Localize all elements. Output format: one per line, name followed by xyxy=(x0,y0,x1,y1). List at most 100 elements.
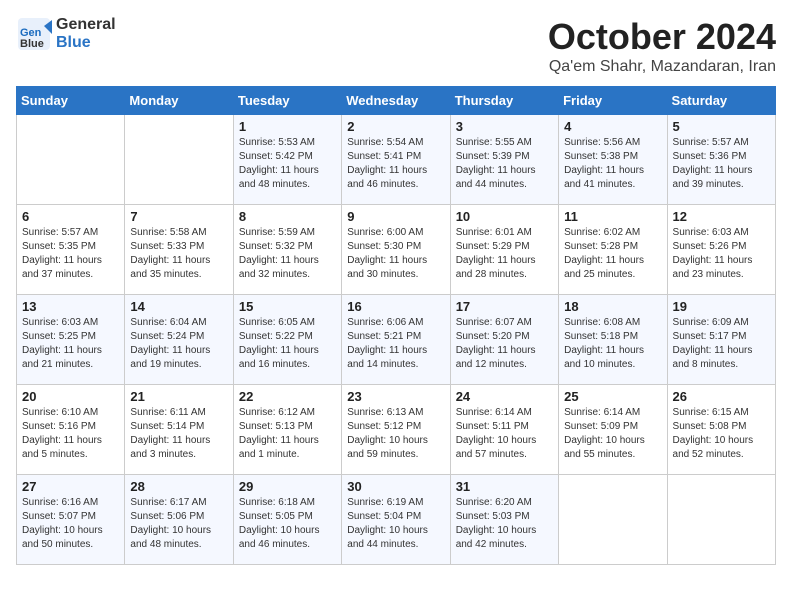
logo-icon: Gen Blue xyxy=(16,16,52,52)
calendar-cell: 12 Sunrise: 6:03 AM Sunset: 5:26 PM Dayli… xyxy=(667,205,775,295)
logo-general: General xyxy=(56,16,116,33)
day-info: Sunrise: 6:13 AM Sunset: 5:12 PM Dayligh… xyxy=(347,406,444,462)
calendar-cell: 17Sunrise: 6:07 AM Sunset: 5:20 PM Dayli… xyxy=(450,295,558,385)
calendar-cell: 10 Sunrise: 6:01 AM Sunset: 5:29 PM Dayli… xyxy=(450,205,558,295)
day-info: Sunrise: 6:12 AM Sunset: 5:13 PM Dayligh… xyxy=(239,406,336,462)
day-number: 14 xyxy=(130,299,227,314)
calendar-cell: 20Sunrise: 6:10 AM Sunset: 5:16 PM Dayli… xyxy=(17,385,125,475)
day-number: 18 xyxy=(564,299,661,314)
weekday-header: Friday xyxy=(559,87,667,115)
calendar-cell: 2 Sunrise: 5:54 AM Sunset: 5:41 PM Daylig… xyxy=(342,115,450,205)
calendar-cell: 24Sunrise: 6:14 AM Sunset: 5:11 PM Dayli… xyxy=(450,385,558,475)
calendar-table: SundayMondayTuesdayWednesdayThursdayFrid… xyxy=(16,86,776,565)
calendar-cell xyxy=(559,475,667,565)
day-number: 11 xyxy=(564,209,661,224)
day-info: Sunrise: 5:56 AM Sunset: 5:38 PM Dayligh… xyxy=(564,136,661,192)
day-info: Sunrise: 6:01 AM Sunset: 5:29 PM Dayligh… xyxy=(456,226,553,282)
day-info: Sunrise: 5:53 AM Sunset: 5:42 PM Dayligh… xyxy=(239,136,336,192)
day-info: Sunrise: 6:05 AM Sunset: 5:22 PM Dayligh… xyxy=(239,316,336,372)
calendar-cell: 15Sunrise: 6:05 AM Sunset: 5:22 PM Dayli… xyxy=(233,295,341,385)
day-number: 4 xyxy=(564,119,661,134)
day-number: 24 xyxy=(456,389,553,404)
day-info: Sunrise: 6:04 AM Sunset: 5:24 PM Dayligh… xyxy=(130,316,227,372)
day-info: Sunrise: 5:55 AM Sunset: 5:39 PM Dayligh… xyxy=(456,136,553,192)
calendar-cell xyxy=(667,475,775,565)
day-number: 6 xyxy=(22,209,119,224)
day-info: Sunrise: 6:19 AM Sunset: 5:04 PM Dayligh… xyxy=(347,496,444,552)
calendar-cell: 6 Sunrise: 5:57 AM Sunset: 5:35 PM Daylig… xyxy=(17,205,125,295)
calendar-week-row: 27Sunrise: 6:16 AM Sunset: 5:07 PM Dayli… xyxy=(17,475,776,565)
calendar-week-row: 6 Sunrise: 5:57 AM Sunset: 5:35 PM Daylig… xyxy=(17,205,776,295)
day-info: Sunrise: 6:03 AM Sunset: 5:25 PM Dayligh… xyxy=(22,316,119,372)
day-number: 5 xyxy=(673,119,770,134)
calendar-cell: 13 Sunrise: 6:03 AM Sunset: 5:25 PM Dayli… xyxy=(17,295,125,385)
calendar-cell: 16Sunrise: 6:06 AM Sunset: 5:21 PM Dayli… xyxy=(342,295,450,385)
calendar-cell: 7 Sunrise: 5:58 AM Sunset: 5:33 PM Daylig… xyxy=(125,205,233,295)
day-info: Sunrise: 6:15 AM Sunset: 5:08 PM Dayligh… xyxy=(673,406,770,462)
day-info: Sunrise: 6:16 AM Sunset: 5:07 PM Dayligh… xyxy=(22,496,119,552)
page-header: Gen Blue General Blue October 2024 Qa'em… xyxy=(16,16,776,76)
day-info: Sunrise: 5:57 AM Sunset: 5:36 PM Dayligh… xyxy=(673,136,770,192)
day-info: Sunrise: 6:03 AM Sunset: 5:26 PM Dayligh… xyxy=(673,226,770,282)
day-number: 9 xyxy=(347,209,444,224)
day-info: Sunrise: 6:02 AM Sunset: 5:28 PM Dayligh… xyxy=(564,226,661,282)
day-number: 19 xyxy=(673,299,770,314)
day-number: 2 xyxy=(347,119,444,134)
calendar-cell xyxy=(17,115,125,205)
day-number: 1 xyxy=(239,119,336,134)
logo: Gen Blue General Blue xyxy=(16,16,116,52)
day-number: 23 xyxy=(347,389,444,404)
calendar-cell: 28Sunrise: 6:17 AM Sunset: 5:06 PM Dayli… xyxy=(125,475,233,565)
month-title: October 2024 xyxy=(548,16,776,58)
calendar-week-row: 13 Sunrise: 6:03 AM Sunset: 5:25 PM Dayli… xyxy=(17,295,776,385)
calendar-week-row: 1 Sunrise: 5:53 AM Sunset: 5:42 PM Daylig… xyxy=(17,115,776,205)
day-number: 10 xyxy=(456,209,553,224)
day-info: Sunrise: 6:08 AM Sunset: 5:18 PM Dayligh… xyxy=(564,316,661,372)
day-info: Sunrise: 6:10 AM Sunset: 5:16 PM Dayligh… xyxy=(22,406,119,462)
day-info: Sunrise: 6:20 AM Sunset: 5:03 PM Dayligh… xyxy=(456,496,553,552)
calendar-cell: 1 Sunrise: 5:53 AM Sunset: 5:42 PM Daylig… xyxy=(233,115,341,205)
day-number: 21 xyxy=(130,389,227,404)
calendar-cell: 22 Sunrise: 6:12 AM Sunset: 5:13 PM Dayli… xyxy=(233,385,341,475)
day-info: Sunrise: 5:59 AM Sunset: 5:32 PM Dayligh… xyxy=(239,226,336,282)
calendar-cell: 14 Sunrise: 6:04 AM Sunset: 5:24 PM Dayli… xyxy=(125,295,233,385)
day-info: Sunrise: 6:06 AM Sunset: 5:21 PM Dayligh… xyxy=(347,316,444,372)
logo-blue: Blue xyxy=(56,34,91,51)
calendar-cell: 9Sunrise: 6:00 AM Sunset: 5:30 PM Daylig… xyxy=(342,205,450,295)
calendar-cell: 26 Sunrise: 6:15 AM Sunset: 5:08 PM Dayli… xyxy=(667,385,775,475)
day-number: 7 xyxy=(130,209,227,224)
svg-text:Blue: Blue xyxy=(20,38,44,50)
day-info: Sunrise: 5:58 AM Sunset: 5:33 PM Dayligh… xyxy=(130,226,227,282)
day-number: 12 xyxy=(673,209,770,224)
day-info: Sunrise: 6:17 AM Sunset: 5:06 PM Dayligh… xyxy=(130,496,227,552)
calendar-cell: 18 Sunrise: 6:08 AM Sunset: 5:18 PM Dayli… xyxy=(559,295,667,385)
calendar-cell xyxy=(125,115,233,205)
day-info: Sunrise: 6:11 AM Sunset: 5:14 PM Dayligh… xyxy=(130,406,227,462)
day-number: 8 xyxy=(239,209,336,224)
day-info: Sunrise: 5:54 AM Sunset: 5:41 PM Dayligh… xyxy=(347,136,444,192)
weekday-header: Tuesday xyxy=(233,87,341,115)
calendar-cell: 27Sunrise: 6:16 AM Sunset: 5:07 PM Dayli… xyxy=(17,475,125,565)
day-info: Sunrise: 6:18 AM Sunset: 5:05 PM Dayligh… xyxy=(239,496,336,552)
weekday-header: Thursday xyxy=(450,87,558,115)
title-block: October 2024 Qa'em Shahr, Mazandaran, Ir… xyxy=(548,16,776,76)
weekday-header: Saturday xyxy=(667,87,775,115)
calendar-cell: 5 Sunrise: 5:57 AM Sunset: 5:36 PM Daylig… xyxy=(667,115,775,205)
weekday-header: Wednesday xyxy=(342,87,450,115)
location-subtitle: Qa'em Shahr, Mazandaran, Iran xyxy=(548,58,776,76)
day-info: Sunrise: 6:09 AM Sunset: 5:17 PM Dayligh… xyxy=(673,316,770,372)
day-number: 13 xyxy=(22,299,119,314)
calendar-cell: 19 Sunrise: 6:09 AM Sunset: 5:17 PM Dayli… xyxy=(667,295,775,385)
day-info: Sunrise: 6:14 AM Sunset: 5:09 PM Dayligh… xyxy=(564,406,661,462)
calendar-cell: 23 Sunrise: 6:13 AM Sunset: 5:12 PM Dayli… xyxy=(342,385,450,475)
day-number: 25 xyxy=(564,389,661,404)
day-number: 22 xyxy=(239,389,336,404)
calendar-cell: 29 Sunrise: 6:18 AM Sunset: 5:05 PM Dayli… xyxy=(233,475,341,565)
calendar-cell: 25 Sunrise: 6:14 AM Sunset: 5:09 PM Dayli… xyxy=(559,385,667,475)
weekday-header: Monday xyxy=(125,87,233,115)
day-number: 26 xyxy=(673,389,770,404)
calendar-cell: 4 Sunrise: 5:56 AM Sunset: 5:38 PM Daylig… xyxy=(559,115,667,205)
day-info: Sunrise: 5:57 AM Sunset: 5:35 PM Dayligh… xyxy=(22,226,119,282)
calendar-cell: 30Sunrise: 6:19 AM Sunset: 5:04 PM Dayli… xyxy=(342,475,450,565)
day-number: 29 xyxy=(239,479,336,494)
